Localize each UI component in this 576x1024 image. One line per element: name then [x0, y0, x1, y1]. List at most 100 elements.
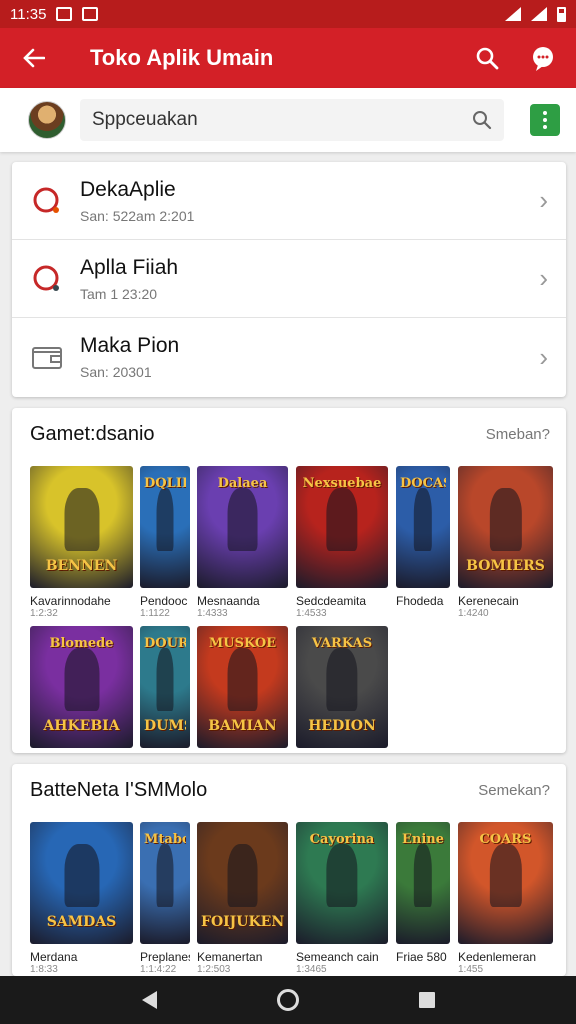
character-figure: [326, 647, 358, 712]
game-row: BENNEN Kavarinnodahe1:2:32 DQLIRS Pendooc 1:…: [12, 460, 566, 620]
character-figure: [326, 843, 358, 908]
avatar[interactable]: [28, 101, 66, 139]
game-name: Fhodeda: [396, 594, 444, 608]
see-all-link[interactable]: Semekan?: [478, 782, 550, 799]
nav-back-icon[interactable]: [141, 991, 157, 1009]
game-tile[interactable]: MUSKOE BAMIAN: [197, 626, 288, 754]
character-figure: [63, 647, 100, 712]
game-tile[interactable]: BENNEN Kavarinnodahe 1:2:32: [30, 466, 133, 619]
game-name: Pendooc: [140, 594, 188, 608]
cover-title-bottom: BOMIERS: [466, 558, 545, 574]
game-name: Kavarinnodahe: [30, 594, 111, 608]
game-tile[interactable]: Cayorina Semeanch cain 1:3465: [296, 822, 388, 975]
chat-icon[interactable]: [524, 39, 562, 77]
game-meta: 1:2:503: [197, 964, 231, 975]
list-item[interactable]: DekaAplie San: 522am 2:201 ›: [12, 162, 566, 240]
search-icon[interactable]: [468, 39, 506, 77]
game-cover: BOMIERS: [458, 466, 553, 588]
game-tile[interactable]: COARS Kedenlemeran 1:455: [458, 822, 553, 975]
character-figure: [326, 487, 358, 552]
game-name: Friae 580: [396, 950, 447, 964]
section-title: BatteNeta I'SMMolo: [30, 778, 208, 801]
game-row: Blomede AHKEBIA DOURIE DUMSDE MUSKOE BAMIAN VA…: [12, 620, 566, 780]
more-menu-icon[interactable]: [530, 104, 560, 136]
search-input[interactable]: Sppceuakan: [80, 99, 504, 141]
game-tile[interactable]: Enine Friae 580: [396, 822, 450, 964]
game-name: Kedenlemeran: [458, 950, 537, 964]
character-figure: [227, 647, 258, 712]
game-tile[interactable]: Nexsuebae Sedcdeamita 1:4533: [296, 466, 388, 619]
game-meta: 1:4333: [197, 608, 228, 619]
game-meta: 1:2:32: [30, 608, 58, 619]
game-meta: 1:4533: [296, 608, 327, 619]
wallet-icon: [30, 340, 64, 374]
cover-title-bottom: BAMIAN: [208, 718, 277, 734]
game-name: Semeanch cain: [296, 950, 379, 964]
game-name: Merdana: [30, 950, 78, 964]
cover-title-top: DQLIRS: [144, 476, 186, 491]
cover-title-top: VARKAS: [311, 636, 373, 651]
signal-icon: [531, 7, 547, 21]
search-placeholder: Sppceuakan: [92, 109, 198, 130]
wifi-icon: [505, 7, 521, 21]
game-tile[interactable]: DOURIE DUMSDE: [140, 626, 190, 754]
game-cover: Cayorina: [296, 822, 388, 944]
character-figure: [413, 843, 433, 908]
notification-icon: [56, 7, 73, 21]
status-time: 11:35: [10, 5, 47, 23]
back-arrow-icon[interactable]: [14, 38, 54, 78]
game-tile[interactable]: Dalaea Mesnaanda 1:4333: [197, 466, 288, 619]
game-name: Preplanes: [140, 950, 190, 964]
nav-recent-icon[interactable]: [418, 992, 435, 1008]
section-title: Gamet:dsanio: [30, 422, 155, 445]
game-meta: 1:8:33: [30, 964, 58, 975]
cover-title-top: Nexsuebae: [302, 476, 382, 491]
cover-title-top: Cayorina: [309, 832, 375, 847]
game-tile[interactable]: BOMIERS Kerenecain 1:4240: [458, 466, 553, 619]
character-figure: [156, 843, 174, 908]
cover-title-top: Enine: [401, 832, 445, 847]
search-field-icon[interactable]: [472, 110, 492, 130]
list-item-subtitle: San: 522am 2:201: [80, 207, 195, 224]
character-figure: [489, 843, 522, 908]
see-all-link[interactable]: Smeban?: [486, 426, 550, 443]
game-cover: DOURIE DUMSDE: [140, 626, 190, 748]
cover-title-top: Blomede: [49, 636, 114, 651]
character-figure: [63, 487, 100, 552]
app-list: DekaAplie San: 522am 2:201 › Aplla Fiiah…: [12, 162, 566, 397]
cover-title-bottom: BENNEN: [45, 558, 118, 574]
status-bar: 11:35: [0, 0, 576, 28]
nav-home-icon[interactable]: [276, 989, 299, 1011]
list-item[interactable]: Aplla Fiiah Tam 1 23:20 ›: [12, 240, 566, 318]
character-figure: [63, 843, 100, 908]
game-tile[interactable]: VARKAS HEDION: [296, 626, 388, 754]
cover-title-bottom: AHKEBIA: [43, 718, 120, 734]
game-cover: SAMDAS: [30, 822, 133, 944]
game-tile[interactable]: DOCAS Fhodeda: [396, 466, 450, 608]
game-meta: 1:4240: [458, 608, 489, 619]
cover-title-top: COARS: [479, 832, 532, 847]
system-nav-bar: [0, 976, 576, 1024]
game-tile[interactable]: Mtabos Preplanes1:1:4:22: [140, 822, 190, 975]
game-tile[interactable]: DQLIRS Pendooc1:1122: [140, 466, 190, 619]
game-name: Mesnaanda: [197, 594, 260, 608]
game-row: SAMDAS Merdana1:8:33 Mtabos Preplanes1:1:4:…: [12, 816, 566, 976]
chevron-right-icon: ›: [539, 185, 548, 215]
game-cover: VARKAS HEDION: [296, 626, 388, 748]
character-figure: [227, 487, 258, 552]
character-figure: [156, 647, 174, 712]
game-tile[interactable]: SAMDAS Merdana 1:8:33: [30, 822, 133, 975]
game-cover: MUSKOE BAMIAN: [197, 626, 288, 748]
list-item[interactable]: Maka Pion San: 20301 ›: [12, 318, 566, 396]
game-tile[interactable]: FOIJUKEN Kemanertan 1:2:503: [197, 822, 288, 975]
game-cover: BENNEN: [30, 466, 133, 588]
battle-section: BatteNeta I'SMMolo Semekan? SAMDAS Merdan…: [12, 764, 566, 976]
battery-icon: [557, 6, 566, 22]
character-figure: [156, 487, 174, 552]
circle-badge-icon: [30, 184, 64, 218]
cover-title-top: DOCAS: [400, 476, 446, 491]
character-figure: [489, 487, 522, 552]
cover-title-top: Dalaea: [217, 476, 268, 491]
list-item-subtitle: San: 20301: [80, 364, 152, 380]
game-tile[interactable]: Blomede AHKEBIA: [30, 626, 133, 754]
